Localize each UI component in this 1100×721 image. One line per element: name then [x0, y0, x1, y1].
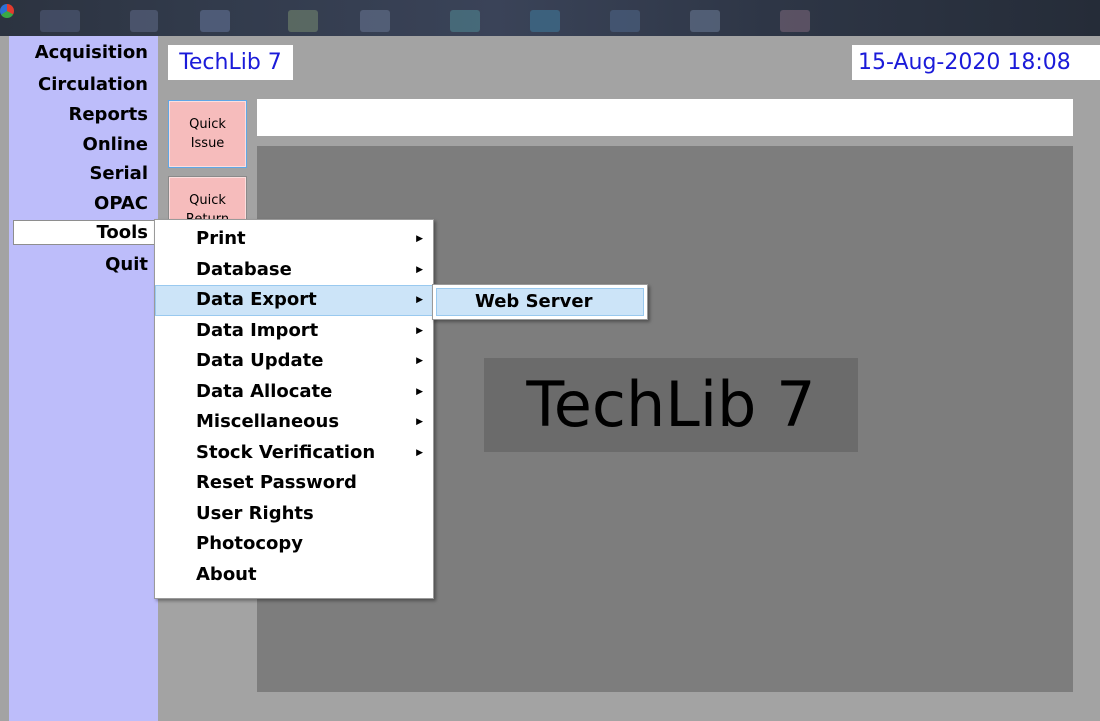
menu-item-label: Stock Verification: [196, 441, 376, 463]
taskbar-app-icon[interactable]: [40, 10, 80, 32]
menu-item-label: Data Import: [196, 319, 319, 341]
nav-item-circulation[interactable]: Circulation: [38, 73, 148, 97]
submenu-arrow-icon: ▶: [416, 386, 423, 397]
splash-logo-text: TechLib 7: [484, 358, 858, 452]
taskbar-app-icon[interactable]: [130, 10, 158, 32]
menu-item-miscellaneous[interactable]: Miscellaneous ▶: [155, 407, 433, 438]
submenu-arrow-icon: ▶: [416, 295, 423, 305]
menu-item-label: Data Allocate: [196, 380, 333, 402]
quick-issue-button[interactable]: Quick Issue: [168, 100, 247, 168]
taskbar-app-icon[interactable]: [288, 10, 318, 32]
menu-item-label: Reset Password: [196, 472, 357, 493]
app-logo-icon[interactable]: [0, 4, 14, 18]
menu-item-database[interactable]: Database ▶: [155, 255, 433, 286]
menu-item-about[interactable]: About: [155, 560, 433, 591]
submenu-arrow-icon: ▶: [416, 264, 423, 275]
nav-item-acquisition[interactable]: Acquisition: [35, 41, 148, 65]
nav-item-opac[interactable]: OPAC: [94, 192, 148, 216]
menu-item-data-import[interactable]: Data Import ▶: [155, 316, 433, 347]
menu-item-data-update[interactable]: Data Update ▶: [155, 346, 433, 377]
menu-item-label: Database: [196, 258, 292, 280]
nav-item-quit[interactable]: Quit: [105, 253, 148, 277]
menu-item-reset-password[interactable]: Reset Password: [155, 468, 433, 499]
menu-item-data-allocate[interactable]: Data Allocate ▶: [155, 377, 433, 408]
taskbar-app-icon[interactable]: [780, 10, 810, 32]
data-export-submenu: Web Server: [432, 284, 648, 320]
submenu-arrow-icon: ▶: [416, 325, 423, 336]
taskbar-app-icon[interactable]: [610, 10, 640, 32]
menu-item-label: Data Update: [196, 350, 324, 371]
techlib-window: Acquisition Circulation Reports Online S…: [0, 0, 1100, 721]
taskbar-app-icon[interactable]: [450, 10, 480, 32]
menu-item-label: Data Export: [196, 289, 317, 310]
menu-item-data-export[interactable]: Data Export ▶: [155, 285, 433, 316]
menu-item-web-server[interactable]: Web Server: [436, 288, 644, 316]
submenu-arrow-icon: ▶: [416, 417, 423, 427]
quick-issue-label: Quick Issue: [189, 117, 226, 151]
nav-item-serial[interactable]: Serial: [89, 162, 148, 186]
nav-item-reports[interactable]: Reports: [68, 103, 148, 127]
menu-item-user-rights[interactable]: User Rights: [155, 499, 433, 530]
nav-item-tools[interactable]: Tools: [13, 220, 158, 245]
menu-item-label: User Rights: [196, 502, 314, 524]
app-title: TechLib 7: [168, 45, 293, 80]
menu-item-label: Print: [196, 228, 246, 249]
taskbar-app-icon[interactable]: [530, 10, 560, 32]
submenu-arrow-icon: ▶: [416, 356, 423, 366]
tools-menu: Print ▶ Database ▶ Data Export ▶ Data Im…: [154, 219, 434, 599]
menu-item-label: Miscellaneous: [196, 411, 340, 432]
menu-item-label: Web Server: [475, 291, 593, 312]
submenu-arrow-icon: ▶: [416, 234, 423, 244]
datetime-display: 15-Aug-2020 18:08: [852, 45, 1100, 80]
menu-item-print[interactable]: Print ▶: [155, 224, 433, 255]
menu-item-stock-verification[interactable]: Stock Verification ▶: [155, 438, 433, 469]
nav-item-online[interactable]: Online: [83, 133, 148, 157]
taskbar: [0, 0, 1100, 36]
menu-item-photocopy[interactable]: Photocopy: [155, 529, 433, 560]
taskbar-app-icon[interactable]: [360, 10, 390, 32]
submenu-arrow-icon: ▶: [416, 447, 423, 458]
search-input[interactable]: [257, 99, 1073, 136]
taskbar-app-icon[interactable]: [200, 10, 230, 32]
main-nav-sidebar: Acquisition Circulation Reports Online S…: [9, 36, 158, 721]
taskbar-app-icon[interactable]: [690, 10, 720, 32]
menu-item-label: About: [196, 563, 257, 585]
menu-item-label: Photocopy: [196, 533, 303, 554]
